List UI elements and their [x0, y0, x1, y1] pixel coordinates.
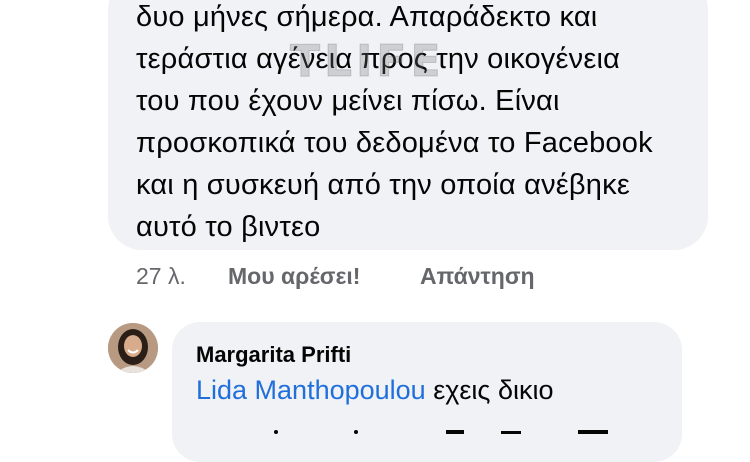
comment-line: δυο μήνες σήμερα. Απαράδεκτο και — [136, 1, 598, 33]
reply-body: εχεις δικιο — [425, 375, 554, 405]
comment-line: αυτό το βιντεο — [136, 211, 321, 243]
reply-next-line-cutoff — [196, 420, 656, 434]
comment-line: και η συσκευή από την οποία ανέβηκε — [136, 169, 630, 201]
reply-button[interactable]: Απάντηση — [420, 263, 535, 290]
comment-line: προσκοπικά του δεδομένα το Facebook — [136, 127, 653, 159]
comment-timestamp[interactable]: 27 λ. — [136, 263, 228, 290]
mention-link[interactable]: Lida Manthopoulou — [196, 375, 426, 405]
comment-line: του που έχουν μείνει πίσω. Είναι — [136, 85, 560, 117]
like-button[interactable]: Μου αρέσει! — [228, 263, 420, 290]
comment-text: δυο μήνες σήμερα. Απαράδεκτο και τεράστι… — [136, 0, 696, 248]
reply-text: Lida Manthopoulou εχεις δικιο — [196, 375, 554, 406]
comment-line: τεράστια αγένεια προς την οικογένεια — [136, 43, 621, 75]
avatar-photo — [108, 323, 158, 373]
avatar[interactable] — [108, 323, 158, 373]
reply-author-name[interactable]: Margarita Prifti — [196, 342, 351, 368]
comment-actions: 27 λ. Μου αρέσει! Απάντηση — [136, 263, 535, 290]
